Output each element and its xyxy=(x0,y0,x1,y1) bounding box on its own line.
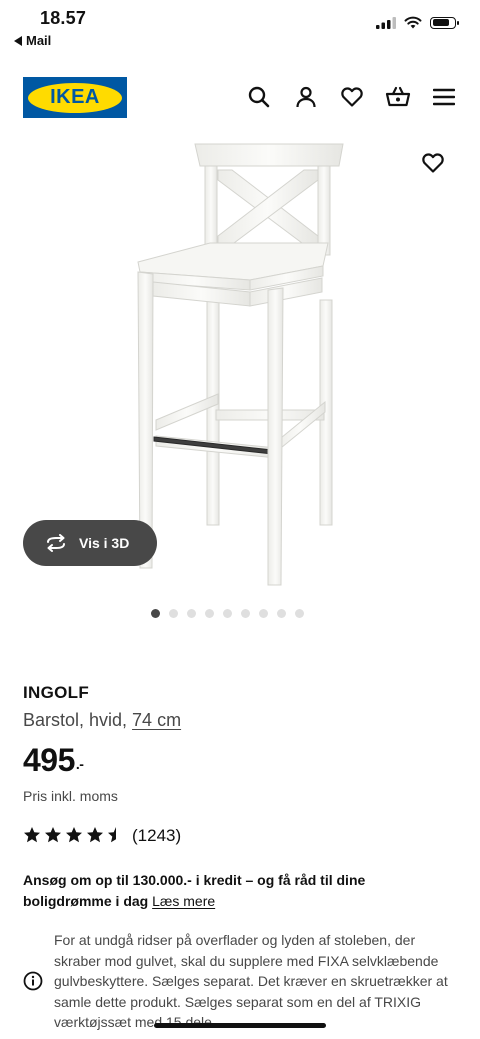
back-to-mail[interactable]: Mail xyxy=(14,33,51,48)
star-icon xyxy=(24,827,40,843)
favorite-heart-icon[interactable] xyxy=(418,148,448,178)
assembly-notice: For at undgå ridser på overflader og lyd… xyxy=(54,932,448,1030)
view-in-3d-button[interactable]: Vis i 3D xyxy=(23,520,157,566)
product-name: INGOLF xyxy=(23,683,90,702)
vat-note: Pris inkl. moms xyxy=(23,788,118,804)
ikea-logo[interactable]: IKEA xyxy=(23,77,127,118)
back-label: Mail xyxy=(26,33,52,48)
star-icon xyxy=(45,827,61,843)
product-size-link[interactable]: 74 cm xyxy=(132,710,181,730)
gallery-dot[interactable] xyxy=(240,609,250,618)
product-description: Barstol, hvid, 74 cm xyxy=(23,710,181,731)
home-indicator[interactable] xyxy=(154,1023,326,1028)
status-icons xyxy=(376,16,459,29)
gallery-dot[interactable] xyxy=(294,609,304,618)
star-icon xyxy=(87,827,103,843)
heart-icon[interactable] xyxy=(339,84,365,110)
logo-text: IKEA xyxy=(50,86,100,108)
star-icon xyxy=(66,827,82,843)
gallery-dot[interactable] xyxy=(150,609,160,618)
user-icon[interactable] xyxy=(293,84,319,110)
basket-icon[interactable] xyxy=(385,84,411,110)
logo-oval: IKEA xyxy=(28,82,122,113)
product-price: 495 .- xyxy=(23,742,84,779)
gallery-dot[interactable] xyxy=(168,609,178,618)
read-more-link[interactable]: Læs mere xyxy=(152,893,215,909)
view-in-3d-label: Vis i 3D xyxy=(79,535,130,551)
product-description-text: Barstol, hvid, xyxy=(23,710,133,730)
credit-offer: Ansøg om op til 130.000.- i kredit – og … xyxy=(23,870,413,912)
gallery-dot[interactable] xyxy=(276,609,286,618)
status-time: 18.57 xyxy=(40,8,87,28)
wifi-icon xyxy=(404,16,422,29)
search-icon[interactable] xyxy=(246,84,272,110)
price-suffix: .- xyxy=(75,756,84,772)
gallery-pagination xyxy=(0,609,480,618)
gallery-dot[interactable] xyxy=(204,609,214,618)
gallery-dot[interactable] xyxy=(186,609,196,618)
price-value: 495 xyxy=(23,742,75,778)
back-arrow-icon xyxy=(14,35,22,46)
signal-icon xyxy=(376,16,396,29)
gallery-dot[interactable] xyxy=(258,609,268,618)
gallery-dot[interactable] xyxy=(222,609,232,618)
star-icon xyxy=(108,827,116,843)
rating-stars[interactable] xyxy=(23,826,125,844)
battery-icon xyxy=(430,16,459,29)
review-count[interactable]: (1243) xyxy=(132,826,181,846)
rotate-3d-icon xyxy=(47,534,65,552)
menu-icon[interactable] xyxy=(431,84,457,110)
info-icon xyxy=(23,971,43,991)
